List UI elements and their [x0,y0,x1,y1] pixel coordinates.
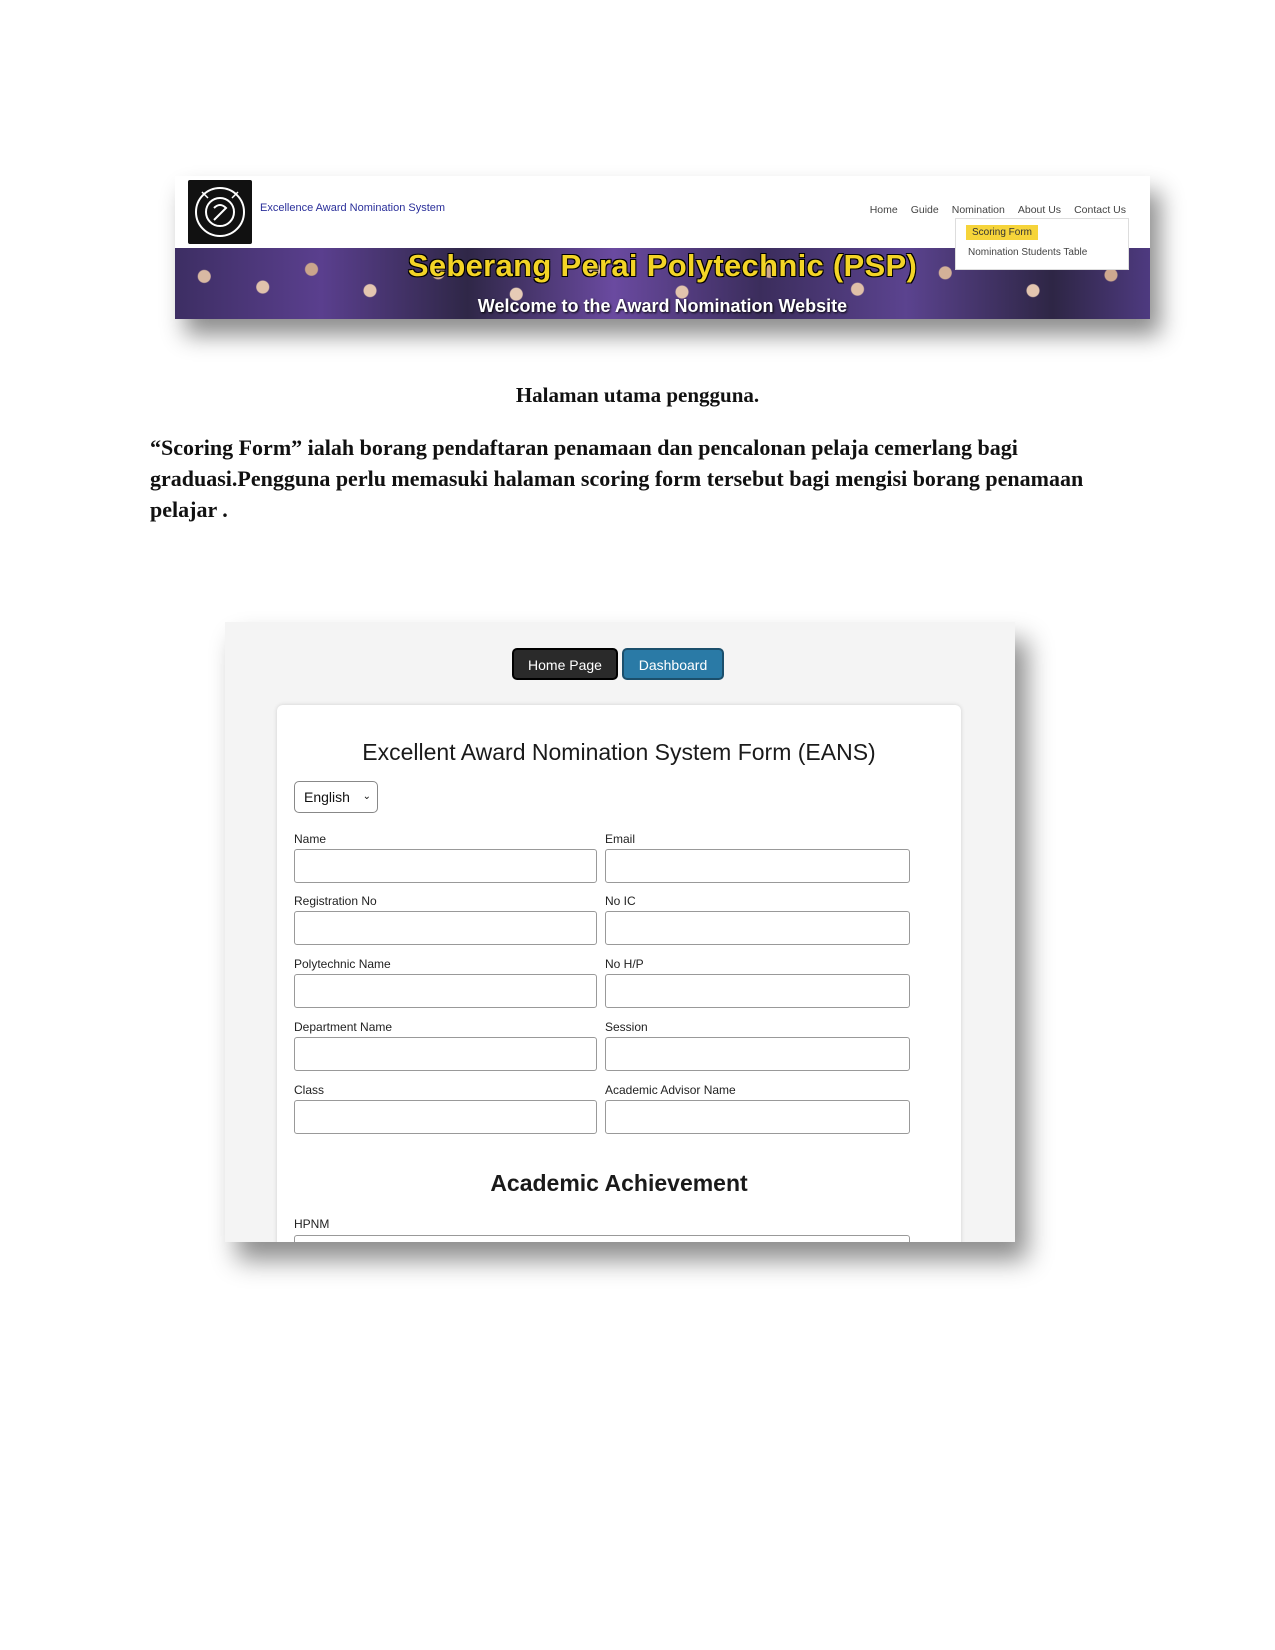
home-page-button[interactable]: Home Page [512,648,618,680]
chevron-down-icon: ⌄ [362,791,371,802]
email-input[interactable] [605,849,910,883]
session-input[interactable] [605,1037,910,1071]
section-academic-achievement: Academic Achievement [490,1170,748,1196]
label-department-name: Department Name [294,1020,393,1034]
site-nav: Home Guide Nomination About Us Contact U… [870,204,1126,216]
label-no-ic: No IC [605,894,636,908]
label-session: Session [605,1020,648,1034]
label-email: Email [605,832,636,846]
polytechnic-name-input[interactable] [294,974,597,1008]
form-title: Excellent Award Nomination System Form (… [362,739,876,765]
nav-home[interactable]: Home [870,204,898,216]
nav-guide[interactable]: Guide [911,204,939,216]
form-card: Excellent Award Nomination System Form (… [277,705,961,1242]
registration-no-input[interactable] [294,911,597,945]
label-class: Class [294,1083,325,1097]
dropdown-students-table[interactable]: Nomination Students Table [968,247,1087,258]
academic-advisor-input[interactable] [605,1100,910,1134]
language-select[interactable]: English ⌄ [294,781,378,813]
logo-icon[interactable] [188,180,252,244]
label-registration-no: Registration No [294,894,377,908]
nav-nomination[interactable]: Nomination [952,204,1005,216]
department-name-input[interactable] [294,1037,597,1071]
figure-caption: Halaman utama pengguna. [515,383,760,407]
nav-about-us[interactable]: About Us [1018,204,1061,216]
label-academic-advisor: Academic Advisor Name [605,1083,736,1097]
banner-welcome: Welcome to the Award Nomination Website [477,296,848,316]
description-paragraph: “Scoring Form” ialah borang pendaftaran … [150,435,1084,522]
label-name: Name [294,832,327,846]
dashboard-button[interactable]: Dashboard [622,648,724,680]
dropdown-scoring-form[interactable]: Scoring Form [966,225,1039,240]
class-input[interactable] [294,1100,597,1134]
label-hpnm: HPNM [294,1217,330,1231]
name-input[interactable] [294,849,597,883]
site-system-name[interactable]: Excellence Award Nomination System [260,202,445,214]
nav-contact-us[interactable]: Contact Us [1074,204,1126,216]
scoring-form-screenshot: Home Page Dashboard Excellent Award Nomi… [225,622,1015,1242]
hpnm-input[interactable] [294,1235,910,1242]
label-polytechnic-name: Polytechnic Name [294,957,391,971]
nomination-dropdown: Scoring Form Nomination Students Table [955,218,1129,270]
no-hp-input[interactable] [605,974,910,1008]
no-ic-input[interactable] [605,911,910,945]
label-no-hp: No H/P [605,957,644,971]
website-header-screenshot: Excellence Award Nomination System Home … [175,176,1150,319]
language-value: English [304,789,350,805]
